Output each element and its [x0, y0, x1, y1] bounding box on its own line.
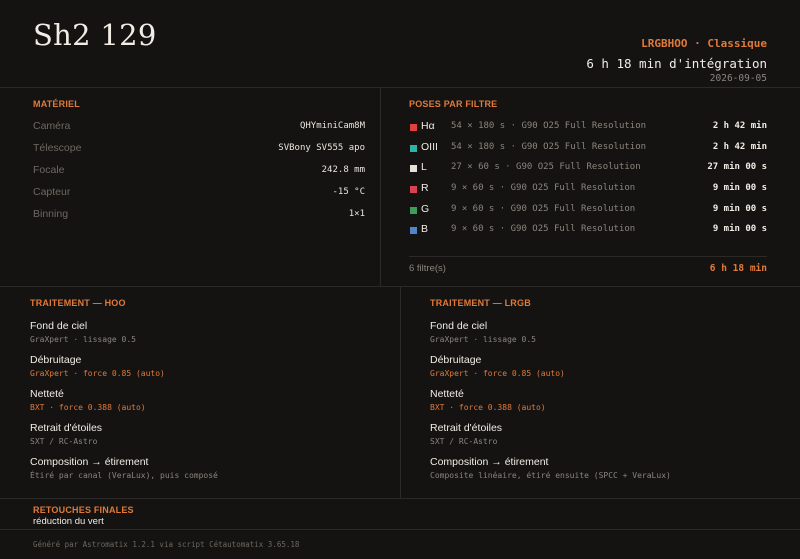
- step-detail: BXT · force 0.388 (auto): [430, 403, 546, 412]
- filter-exposure: 27 × 60 s · G90 O25 Full Resolution: [451, 162, 641, 172]
- retouches-panel: RETOUCHES FINALES réduction du vert: [0, 499, 800, 530]
- materiel-value: QHYminiCam8M: [299, 121, 365, 131]
- filter-count: 6 filtre(s): [409, 263, 446, 274]
- traitement-lrgb-title: TRAITEMENT — LRGB: [430, 298, 531, 308]
- materiel-value: 1×1: [348, 209, 365, 219]
- filter-name: R: [421, 182, 429, 194]
- poses-title: POSES PAR FILTRE: [409, 99, 498, 109]
- materiel-row-focale: Focale 242.8 mm: [33, 164, 365, 180]
- filter-name: Hα: [421, 120, 435, 132]
- poses-panel: POSES PAR FILTRE Hα 54 × 180 s · G90 O25…: [381, 88, 800, 287]
- filter-color-swatch: [410, 186, 417, 193]
- processing-step: Débruitage GraXpert · force 0.85 (auto): [30, 354, 390, 378]
- processing-step: Retrait d'étoiles SXT / RC-Astro: [430, 422, 790, 446]
- processing-step: Retrait d'étoiles SXT / RC-Astro: [30, 422, 390, 446]
- step-name: Retrait d'étoiles: [30, 422, 103, 434]
- step-detail: Composite linéaire, étiré ensuite (SPCC …: [430, 471, 671, 480]
- materiel-row-camera: Caméra QHYminiCam8M: [33, 120, 365, 136]
- materiel-label: Caméra: [33, 120, 71, 132]
- step-detail: GraXpert · lissage 0.5: [430, 335, 536, 344]
- filter-name: OIII: [421, 141, 438, 153]
- filter-exposure: 9 × 60 s · G90 O25 Full Resolution: [451, 224, 636, 234]
- filter-row: Hα 54 × 180 s · G90 O25 Full Resolution …: [409, 120, 767, 136]
- materiel-title: MATÉRIEL: [33, 99, 80, 109]
- materiel-value: -15 °C: [332, 187, 365, 197]
- filter-color-swatch: [410, 124, 417, 131]
- materiel-value: 242.8 mm: [321, 165, 365, 175]
- step-detail: BXT · force 0.388 (auto): [30, 403, 146, 412]
- processing-step: Composition → étirement Étiré par canal …: [30, 456, 390, 480]
- materiel-row-telescope: Télescope SVBony SV555 apo: [33, 142, 365, 158]
- traitement-hoo-panel: TRAITEMENT — HOO Fond de ciel GraXpert ·…: [0, 287, 401, 499]
- step-detail: SXT / RC-Astro: [430, 437, 498, 446]
- materiel-label: Binning: [33, 208, 69, 220]
- filter-row: G 9 × 60 s · G90 O25 Full Resolution 9 m…: [409, 203, 767, 219]
- filter-name: L: [421, 161, 427, 173]
- processing-step: Netteté BXT · force 0.388 (auto): [430, 388, 790, 412]
- processing-step: Fond de ciel GraXpert · lissage 0.5: [30, 320, 390, 344]
- filter-color-swatch: [410, 145, 417, 152]
- filter-row: L 27 × 60 s · G90 O25 Full Resolution 27…: [409, 161, 767, 177]
- step-name: Netteté: [30, 388, 64, 400]
- filter-name: B: [421, 223, 429, 235]
- step-name: Débruitage: [430, 354, 482, 366]
- step-name: Netteté: [430, 388, 464, 400]
- processing-step: Composition → étirement Composite linéai…: [430, 456, 790, 480]
- filter-exposure: 54 × 180 s · G90 O25 Full Resolution: [451, 142, 647, 152]
- filter-duration: 9 min 00 s: [712, 204, 767, 214]
- filter-color-swatch: [410, 207, 417, 214]
- filter-name: G: [421, 203, 430, 215]
- step-name: Débruitage: [30, 354, 82, 366]
- filter-exposure: 9 × 60 s · G90 O25 Full Resolution: [451, 183, 636, 193]
- materiel-label: Focale: [33, 164, 65, 176]
- filter-exposure: 54 × 180 s · G90 O25 Full Resolution: [451, 121, 647, 131]
- filter-duration: 9 min 00 s: [712, 224, 767, 234]
- filter-duration: 2 h 42 min: [712, 142, 767, 152]
- materiel-label: Télescope: [33, 142, 82, 154]
- filter-color-swatch: [410, 165, 417, 172]
- step-detail: SXT / RC-Astro: [30, 437, 98, 446]
- footer-credit: Généré par Astromatix 1.2.1 via script C…: [33, 540, 300, 549]
- materiel-row-capteur: Capteur -15 °C: [33, 186, 365, 202]
- step-name: Retrait d'étoiles: [430, 422, 503, 434]
- processing-step: Débruitage GraXpert · force 0.85 (auto): [430, 354, 790, 378]
- processing-step: Fond de ciel GraXpert · lissage 0.5: [430, 320, 790, 344]
- filter-row: R 9 × 60 s · G90 O25 Full Resolution 9 m…: [409, 182, 767, 198]
- step-name: Fond de ciel: [30, 320, 88, 332]
- preset-label: LRGBHOO · Classique: [641, 37, 767, 50]
- filter-total: 6 h 18 min: [709, 263, 767, 274]
- step-detail: GraXpert · force 0.85 (auto): [430, 369, 565, 378]
- materiel-row-binning: Binning 1×1: [33, 208, 365, 224]
- step-detail: Étiré par canal (VeraLux), puis composé: [30, 471, 218, 480]
- step-detail: GraXpert · force 0.85 (auto): [30, 369, 165, 378]
- materiel-panel: MATÉRIEL Caméra QHYminiCam8M Télescope S…: [0, 88, 381, 287]
- divider: [409, 256, 767, 257]
- page-title: Sh2 129: [33, 18, 157, 52]
- step-name: Composition → étirement: [430, 456, 549, 468]
- filter-exposure: 9 × 60 s · G90 O25 Full Resolution: [451, 204, 636, 214]
- materiel-label: Capteur: [33, 186, 71, 198]
- retouches-text: réduction du vert: [33, 516, 104, 527]
- filter-color-swatch: [410, 227, 417, 234]
- traitement-lrgb-panel: TRAITEMENT — LRGB Fond de ciel GraXpert …: [401, 287, 800, 499]
- traitement-hoo-title: TRAITEMENT — HOO: [30, 298, 126, 308]
- step-detail: GraXpert · lissage 0.5: [30, 335, 136, 344]
- filter-duration: 27 min 00 s: [707, 162, 767, 172]
- filter-row: B 9 × 60 s · G90 O25 Full Resolution 9 m…: [409, 223, 767, 239]
- step-name: Fond de ciel: [430, 320, 488, 332]
- processing-step: Netteté BXT · force 0.388 (auto): [30, 388, 390, 412]
- step-name: Composition → étirement: [30, 456, 149, 468]
- filter-duration: 2 h 42 min: [712, 121, 767, 131]
- filter-row: OIII 54 × 180 s · G90 O25 Full Resolutio…: [409, 141, 767, 157]
- filter-duration: 9 min 00 s: [712, 183, 767, 193]
- integration-total: 6 h 18 min d'intégration: [586, 56, 767, 71]
- session-date: 2026-09-05: [709, 73, 767, 84]
- header: Sh2 129 LRGBHOO · Classique 6 h 18 min d…: [0, 0, 800, 88]
- materiel-value: SVBony SV555 apo: [278, 143, 365, 153]
- retouches-title: RETOUCHES FINALES: [33, 505, 134, 515]
